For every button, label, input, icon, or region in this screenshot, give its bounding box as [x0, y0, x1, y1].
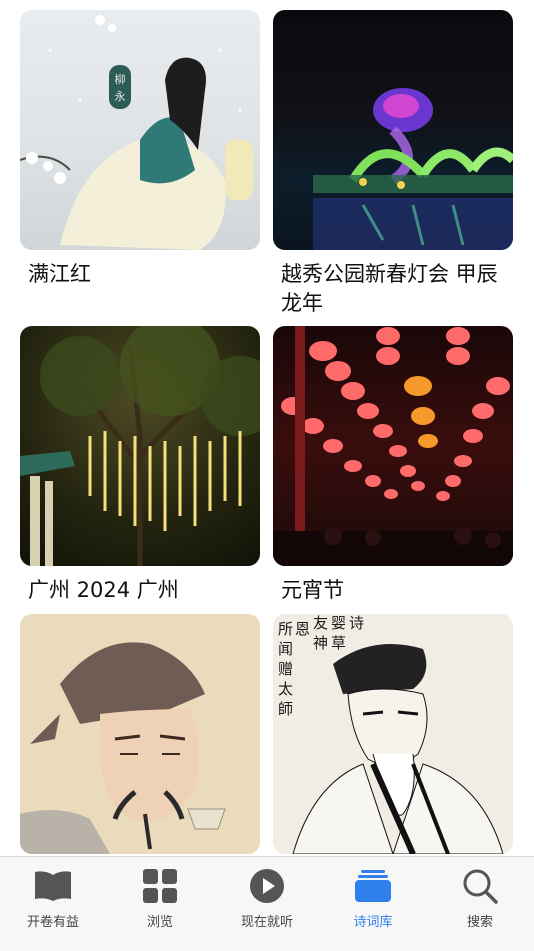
svg-text:所: 所 — [278, 620, 293, 638]
card-title: 广州 2024 广州 — [28, 578, 179, 602]
card-image — [20, 614, 260, 854]
svg-text:師: 師 — [278, 700, 293, 718]
grid-icon — [107, 867, 213, 905]
tab-label: 搜索 — [466, 915, 493, 930]
tab-listen-now[interactable]: 现在就听 — [214, 867, 320, 937]
tab-browse[interactable]: 浏览 — [107, 867, 213, 937]
poetry-grid: 柳 永 满江红 越秀公园新春灯会 甲辰龙年 广州 2024 广州 元宵节 所 闻… — [0, 0, 534, 856]
tab-read[interactable]: 开卷有益 — [0, 867, 106, 937]
card-yuexiu-lantern[interactable]: 越秀公园新春灯会 甲辰龙年 — [273, 10, 513, 318]
card-image — [273, 10, 513, 250]
svg-text:神: 神 — [313, 634, 328, 652]
svg-text:诗: 诗 — [349, 614, 364, 632]
card-image: 所 闻赠太師 恩 友神 婴草 诗 — [273, 614, 513, 854]
svg-text:恩: 恩 — [295, 620, 310, 638]
card-image — [20, 326, 260, 566]
svg-text:柳: 柳 — [115, 72, 126, 86]
svg-text:闻: 闻 — [278, 640, 293, 658]
svg-text:太: 太 — [278, 680, 293, 698]
svg-text:婴: 婴 — [331, 614, 346, 632]
tab-label: 开卷有益 — [26, 915, 79, 930]
card-guangzhou-2024[interactable]: 广州 2024 广州 — [20, 326, 260, 605]
card-image — [273, 326, 513, 566]
tab-poetry-library[interactable]: 诗词库 — [320, 867, 426, 937]
svg-text:草: 草 — [331, 634, 346, 652]
search-icon — [427, 867, 533, 905]
svg-text:永: 永 — [115, 89, 126, 103]
tab-label: 诗词库 — [353, 915, 393, 930]
svg-text:友: 友 — [313, 614, 328, 632]
card-lantern-festival[interactable]: 元宵节 — [273, 326, 513, 605]
book-icon — [0, 867, 106, 905]
card-title: 满江红 — [28, 262, 91, 286]
card-portrait-scholar[interactable] — [20, 614, 260, 856]
svg-text:赠: 赠 — [278, 660, 293, 678]
card-title: 元宵节 — [281, 578, 344, 602]
tab-search[interactable]: 搜索 — [427, 867, 533, 937]
play-icon — [214, 867, 320, 905]
card-title: 越秀公园新春灯会 甲辰龙年 — [281, 262, 498, 315]
tab-label: 现在就听 — [240, 915, 293, 930]
library-icon — [320, 867, 426, 905]
card-portrait-poet[interactable]: 所 闻赠太師 恩 友神 婴草 诗 — [273, 614, 513, 856]
card-man-jiang-hong[interactable]: 柳 永 满江红 — [20, 10, 260, 289]
tab-label: 浏览 — [146, 915, 173, 930]
card-image: 柳 永 — [20, 10, 260, 250]
bottom-tab-bar: 开卷有益 浏览 现在就听 诗词库 搜索 — [0, 856, 534, 951]
